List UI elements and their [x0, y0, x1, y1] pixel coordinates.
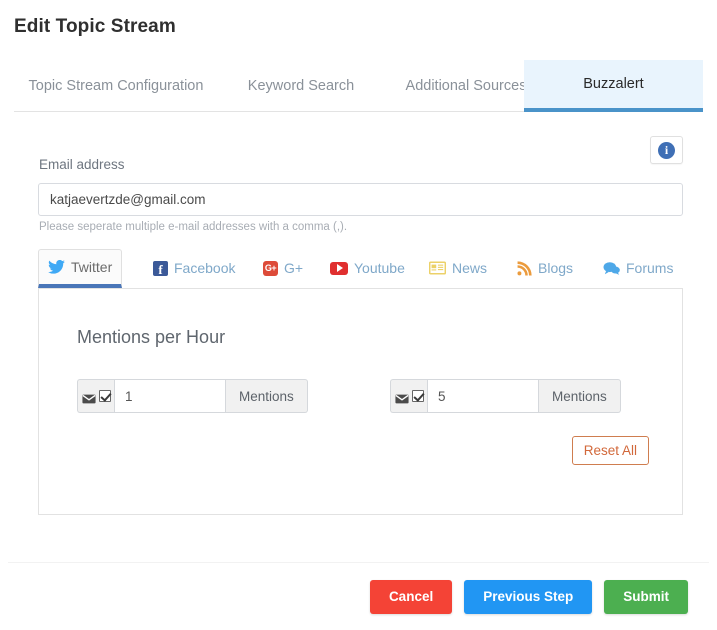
source-tab-facebook[interactable]: f Facebook: [144, 249, 244, 287]
source-tab-label: Facebook: [174, 260, 236, 276]
page-title: Edit Topic Stream: [14, 16, 176, 37]
tab-buzzalert[interactable]: Buzzalert: [524, 60, 703, 112]
submit-button[interactable]: Submit: [604, 580, 688, 615]
tab-label: Topic Stream Configuration: [28, 77, 204, 94]
envelope-icon: [394, 391, 409, 404]
email-address-label: Email address: [39, 157, 125, 172]
previous-step-button[interactable]: Previous Step: [464, 580, 593, 615]
alert-unit-label-1: Mentions: [226, 379, 308, 413]
email-address-input[interactable]: [38, 183, 683, 216]
info-icon: i: [658, 141, 675, 159]
envelope-icon: [81, 391, 96, 404]
alert-threshold-input-2[interactable]: [427, 379, 539, 413]
alert-unit-label-2: Mentions: [539, 379, 621, 413]
tab-keyword-search[interactable]: Keyword Search: [225, 60, 377, 111]
source-tab-label: Youtube: [354, 260, 405, 276]
youtube-icon: [330, 261, 348, 275]
main-tab-bar: Topic Stream Configuration Keyword Searc…: [14, 60, 703, 112]
source-tab-twitter[interactable]: Twitter: [38, 249, 123, 288]
source-tab-forums[interactable]: Forums: [594, 249, 682, 287]
tab-topic-stream-configuration[interactable]: Topic Stream Configuration: [14, 60, 218, 111]
alert-threshold-input-1[interactable]: [114, 379, 226, 413]
source-tab-bar: Twitter f Facebook G+ G+ Youtube News Bl…: [38, 249, 683, 288]
source-tab-blogs[interactable]: Blogs: [508, 249, 582, 287]
alert-email-toggle-1[interactable]: [77, 379, 114, 413]
source-tab-google-plus[interactable]: G+ G+: [254, 249, 312, 287]
source-tab-label: Forums: [626, 260, 674, 276]
tab-label: Buzzalert: [583, 76, 644, 92]
edit-topic-stream-dialog: Edit Topic Stream Topic Stream Configura…: [0, 0, 717, 630]
source-tab-label: Blogs: [538, 260, 574, 276]
cancel-button[interactable]: Cancel: [369, 580, 453, 615]
tab-label: Additional Sources: [405, 77, 527, 94]
alert-enabled-checkbox-1[interactable]: [98, 390, 111, 402]
alert-enabled-checkbox-2[interactable]: [411, 390, 424, 402]
source-tab-label: G+: [284, 260, 304, 276]
source-tab-label: Twitter: [71, 259, 113, 275]
alert-email-toggle-2[interactable]: [390, 379, 427, 413]
source-tab-label: News: [452, 260, 488, 276]
panel-title: Mentions per Hour: [77, 327, 226, 347]
footer-actions: Cancel Previous Step Submit: [369, 580, 688, 615]
email-help-text: Please seperate multiple e-mail addresse…: [39, 221, 348, 233]
alert-threshold-group-1: Mentions: [77, 379, 308, 413]
buzzalert-panel: Mentions per Hour Mentions: [38, 288, 683, 515]
rss-icon: [517, 260, 532, 276]
source-tab-news[interactable]: News: [420, 249, 496, 287]
facebook-icon: f: [153, 260, 168, 276]
reset-all-button[interactable]: Reset All: [571, 436, 649, 465]
alert-threshold-group-2: Mentions: [390, 379, 621, 413]
tab-label: Keyword Search: [247, 77, 355, 94]
info-button[interactable]: i: [650, 136, 683, 164]
footer-divider: [8, 562, 709, 563]
twitter-icon: [48, 259, 65, 274]
google-plus-icon: G+: [263, 260, 278, 276]
news-icon: [428, 261, 447, 275]
source-tab-youtube[interactable]: Youtube: [321, 249, 414, 287]
forum-icon: [603, 261, 620, 275]
